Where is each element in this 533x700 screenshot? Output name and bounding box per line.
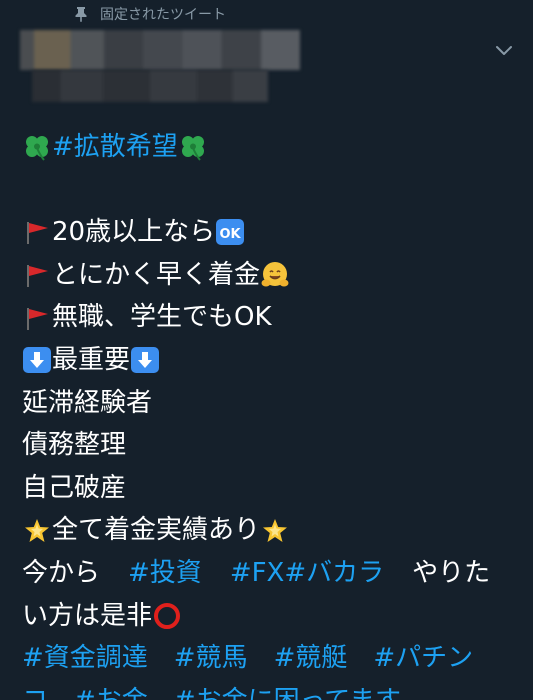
tweet-line: 延滞経験者	[22, 382, 522, 425]
tweet-line: コ #お金 #お金に困ってます	[22, 680, 522, 700]
four-leaf-clover-icon	[178, 132, 208, 162]
red-flag-icon	[22, 217, 52, 247]
hashtag-link[interactable]: #資金調達	[22, 637, 148, 680]
tweet-text: #拡散希望 20歳以上なら OK とにかく早く着金 無職、学生でもOK 最重要 …	[22, 126, 522, 700]
red-circle-icon	[152, 601, 182, 631]
user-info-blurred[interactable]	[20, 30, 300, 102]
hashtag-link[interactable]: コ	[22, 680, 48, 700]
hashtag-link[interactable]: #バカラ	[284, 552, 384, 595]
hashtag-link[interactable]: #お金に困ってます	[174, 680, 401, 700]
tweet-line-text: 無職、学生でもOK	[52, 302, 272, 333]
tweet-line: とにかく早く着金	[22, 254, 522, 297]
hashtag-link[interactable]: #FX	[230, 552, 285, 595]
tweet-line: 自己破産	[22, 467, 522, 510]
hashtag-link[interactable]: #競艇	[274, 637, 348, 680]
pinned-tweet[interactable]: 固定されたツイート #拡散希望 20歳以上なら OK とにかく早く着金 無職、学…	[0, 0, 533, 700]
tweet-line: #資金調達 #競馬 #競艇 #パチン	[22, 637, 522, 680]
red-flag-icon	[22, 303, 52, 333]
hugging-face-icon	[260, 260, 290, 290]
pin-icon	[74, 6, 88, 22]
tweet-line-text: やりた	[412, 557, 491, 588]
tweet-line-text: い方は是非	[22, 600, 153, 631]
hashtag-link[interactable]: #お金	[74, 680, 148, 700]
red-flag-icon	[22, 260, 52, 290]
down-arrow-icon	[130, 345, 160, 375]
tweet-line: 全て着金実績あり	[22, 509, 522, 552]
tweet-line-text: 最重要	[52, 344, 131, 375]
hashtag-link[interactable]: #投資	[128, 552, 202, 595]
pinned-label: 固定されたツイート	[100, 7, 226, 23]
glowing-star-icon	[22, 516, 52, 546]
hashtag-link[interactable]: #パチン	[373, 637, 473, 680]
tweet-line-text: 今から	[22, 557, 101, 588]
tweet-line: い方は是非	[22, 595, 522, 638]
tweet-line-text: とにかく早く着金	[52, 259, 261, 290]
ok-badge-text: OK	[220, 227, 242, 242]
four-leaf-clover-icon	[22, 132, 52, 162]
pinned-tweet-header: 固定されたツイート	[74, 4, 226, 24]
chevron-down-icon[interactable]	[494, 40, 514, 60]
tweet-line-text: 全て着金実績あり	[52, 515, 261, 546]
down-arrow-icon	[22, 345, 52, 375]
tweet-line: 今から #投資 #FX #バカラ やりた	[22, 552, 522, 595]
glowing-star-icon	[260, 516, 290, 546]
tweet-line: 20歳以上なら OK	[22, 211, 522, 254]
ok-button-icon: OK	[215, 217, 245, 247]
tweet-line-title: #拡散希望	[22, 126, 522, 169]
tweet-line: 無職、学生でもOK	[22, 296, 522, 339]
hashtag-link[interactable]: #競馬	[174, 637, 248, 680]
tweet-line: 債務整理	[22, 424, 522, 467]
tweet-line-text: 延滞経験者	[22, 387, 153, 418]
tweet-line-text: 20歳以上なら	[52, 217, 216, 248]
tweet-line-text: 自己破産	[22, 472, 127, 503]
hashtag-link[interactable]: #拡散希望	[52, 126, 178, 169]
tweet-line-text: 債務整理	[22, 430, 127, 461]
tweet-line: 最重要	[22, 339, 522, 382]
